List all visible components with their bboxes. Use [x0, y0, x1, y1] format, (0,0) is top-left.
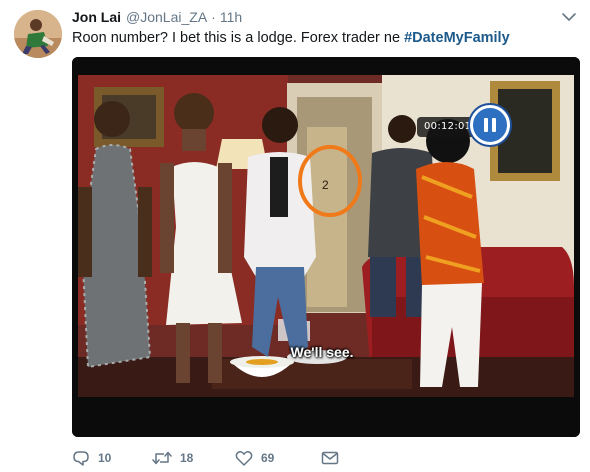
- tv-subtitle: We'll see.: [290, 344, 354, 360]
- direct-message-button[interactable]: [321, 451, 339, 465]
- envelope-icon: [321, 451, 339, 465]
- chevron-down-icon[interactable]: [560, 10, 578, 24]
- heart-icon: [235, 450, 253, 466]
- username-handle[interactable]: @JonLai_ZA: [126, 9, 207, 25]
- tweet-photo[interactable]: 2 00:12:01 We'll see.: [72, 57, 580, 437]
- retweet-count: 18: [180, 451, 194, 465]
- door-number: 2: [322, 178, 329, 192]
- reply-button[interactable]: 10: [72, 450, 152, 466]
- tweet-text: Roon number? I bet this is a lodge. Fore…: [72, 29, 510, 47]
- tweet-actions: 10 18 69: [72, 448, 339, 468]
- like-count: 69: [261, 451, 275, 465]
- tweet: Jon Lai @JonLai_ZA · 11h Roon number? I …: [0, 0, 590, 472]
- tweet-body: Roon number? I bet this is a lodge. Fore…: [72, 30, 405, 46]
- pause-icon: [470, 105, 510, 145]
- timestamp[interactable]: 11h: [220, 9, 242, 25]
- separator-dot: ·: [211, 9, 216, 25]
- reply-count: 10: [98, 451, 112, 465]
- reply-icon: [72, 450, 90, 466]
- like-button[interactable]: 69: [235, 450, 321, 466]
- display-name[interactable]: Jon Lai: [72, 9, 121, 25]
- avatar[interactable]: [14, 10, 62, 58]
- retweet-button[interactable]: 18: [152, 450, 235, 466]
- retweet-icon: [152, 450, 172, 466]
- hashtag-link[interactable]: #DateMyFamily: [404, 30, 510, 46]
- tweet-header: Jon Lai @JonLai_ZA · 11h: [72, 9, 242, 27]
